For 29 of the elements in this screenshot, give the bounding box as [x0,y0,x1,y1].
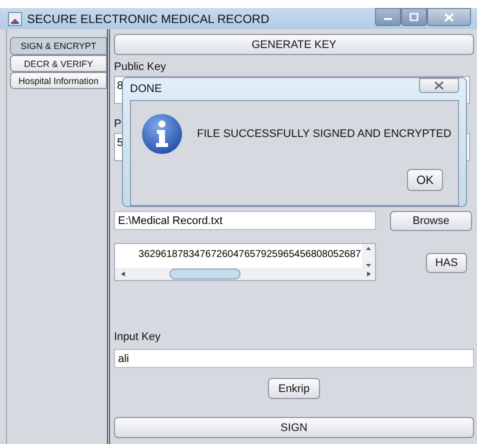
window-title: SECURE ELECTRONIC MEDICAL RECORD [27,12,270,26]
maximize-icon [409,13,419,21]
close-button[interactable] [419,78,459,93]
close-icon [444,12,454,22]
hash-button[interactable]: HAS [426,253,467,273]
tab[interactable]: SIGN & ENCRYPT [10,37,107,55]
file-path-field[interactable]: E:\Medical Record.txt [114,211,376,230]
maximize-button[interactable] [401,8,427,26]
generate-key-button[interactable]: GENERATE KEY [114,34,474,55]
dialog-message: FILE SUCCESSFULLY SIGNED AND ENCRYPTED [197,128,452,140]
browse-button[interactable]: Browse [390,211,472,231]
field-label: Input Key [114,331,160,343]
info-icon [141,113,183,155]
input-key-field[interactable]: ali [114,349,474,368]
hash-text-area[interactable]: 3629618783476726047657925965456808052687 [114,243,376,281]
tab[interactable]: DECR & VERIFY [10,55,107,72]
close-icon [434,81,444,90]
tab[interactable]: Hospital Information [10,72,107,89]
close-button[interactable] [427,8,471,26]
encrypt-button[interactable]: Enkrip [268,378,320,399]
field-label: P [114,118,122,130]
horizontal-scrollbar[interactable] [115,268,375,280]
minimize-button[interactable] [375,8,401,26]
dialog-title: DONE [130,83,162,95]
sign-button[interactable]: SIGN [114,417,474,438]
vertical-scrollbar[interactable] [362,244,375,270]
field-label: Public Key [114,61,166,73]
app-icon [8,12,22,26]
ok-button[interactable]: OK [407,169,443,191]
